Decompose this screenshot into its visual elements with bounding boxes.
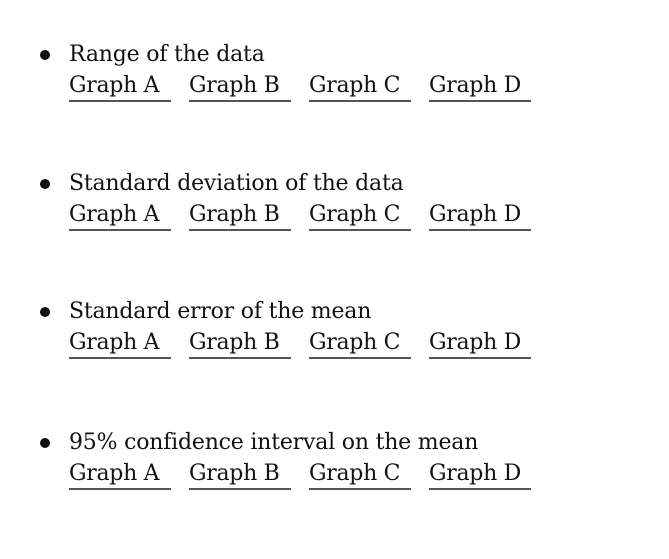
answer-option[interactable]: Graph A bbox=[69, 73, 171, 99]
question-prompt: Range of the data bbox=[69, 42, 265, 67]
answer-option[interactable]: Graph C bbox=[309, 202, 411, 228]
answer-option[interactable]: Graph D bbox=[429, 73, 531, 99]
answer-blank-line[interactable] bbox=[69, 488, 171, 490]
bullet-icon bbox=[40, 307, 50, 317]
bullet-icon bbox=[40, 179, 50, 189]
bullet-icon bbox=[40, 50, 50, 60]
answer-blank-line[interactable] bbox=[189, 229, 291, 231]
answer-options: Graph A Graph B Graph C Graph D bbox=[69, 73, 549, 99]
answer-option[interactable]: Graph D bbox=[429, 461, 531, 487]
answer-option[interactable]: Graph C bbox=[309, 73, 411, 99]
answer-option[interactable]: Graph C bbox=[309, 461, 411, 487]
answer-blank-line[interactable] bbox=[309, 488, 411, 490]
answer-option[interactable]: Graph C bbox=[309, 330, 411, 356]
answer-blank-line[interactable] bbox=[309, 229, 411, 231]
answer-blank-line[interactable] bbox=[309, 357, 411, 359]
answer-option[interactable]: Graph B bbox=[189, 202, 291, 228]
answer-blank-line[interactable] bbox=[69, 229, 171, 231]
answer-option[interactable]: Graph A bbox=[69, 330, 171, 356]
answer-option[interactable]: Graph D bbox=[429, 202, 531, 228]
answer-blank-line[interactable] bbox=[189, 488, 291, 490]
question-prompt: Standard error of the mean bbox=[69, 299, 372, 324]
bullet-icon bbox=[40, 438, 50, 448]
answer-blank-line[interactable] bbox=[429, 100, 531, 102]
answer-option[interactable]: Graph B bbox=[189, 73, 291, 99]
answer-blank-line[interactable] bbox=[309, 100, 411, 102]
answer-blank-line[interactable] bbox=[429, 488, 531, 490]
answer-option[interactable]: Graph B bbox=[189, 330, 291, 356]
answer-blank-line[interactable] bbox=[429, 229, 531, 231]
answer-blank-line[interactable] bbox=[189, 357, 291, 359]
question-prompt: 95% confidence interval on the mean bbox=[69, 430, 479, 455]
answer-blank-line[interactable] bbox=[69, 100, 171, 102]
answer-option[interactable]: Graph A bbox=[69, 461, 171, 487]
answer-option[interactable]: Graph B bbox=[189, 461, 291, 487]
answer-options: Graph A Graph B Graph C Graph D bbox=[69, 202, 549, 228]
answer-blank-line[interactable] bbox=[189, 100, 291, 102]
answer-blank-line[interactable] bbox=[69, 357, 171, 359]
answer-options: Graph A Graph B Graph C Graph D bbox=[69, 330, 549, 356]
question-prompt: Standard deviation of the data bbox=[69, 171, 404, 196]
answer-options: Graph A Graph B Graph C Graph D bbox=[69, 461, 549, 487]
answer-option[interactable]: Graph A bbox=[69, 202, 171, 228]
answer-blank-line[interactable] bbox=[429, 357, 531, 359]
answer-option[interactable]: Graph D bbox=[429, 330, 531, 356]
